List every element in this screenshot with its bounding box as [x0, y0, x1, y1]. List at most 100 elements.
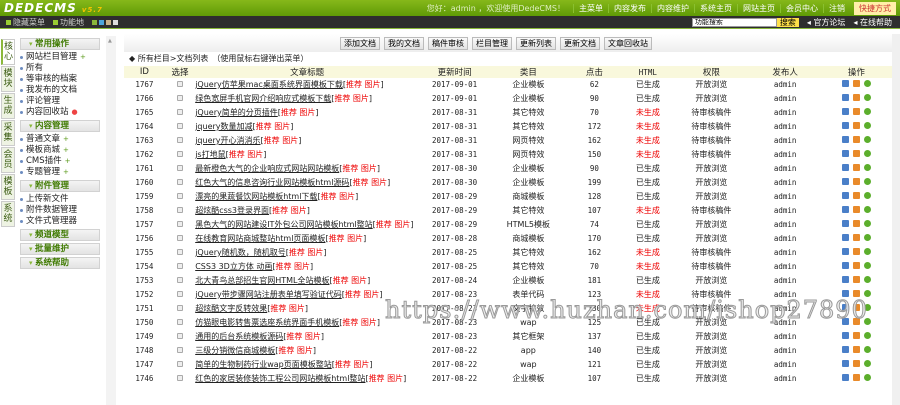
view-icon[interactable] [841, 220, 849, 227]
edit-icon[interactable] [852, 374, 860, 381]
row-category[interactable]: 其它特效 [490, 106, 566, 120]
preview-icon[interactable] [863, 94, 871, 101]
edit-icon[interactable] [852, 164, 860, 171]
checkbox[interactable] [176, 151, 183, 157]
view-icon[interactable] [841, 248, 849, 255]
checkbox[interactable] [176, 221, 183, 227]
edit-icon[interactable] [852, 136, 860, 143]
toolbar-button[interactable]: 文章回收站 [604, 36, 652, 50]
tag-picture[interactable]: 图片 [365, 80, 381, 89]
checkbox[interactable] [176, 333, 183, 339]
edit-icon[interactable] [852, 290, 860, 297]
menu-item[interactable]: CMS插件 + [20, 156, 100, 167]
row-category[interactable]: 文字特效 [490, 302, 566, 316]
module-tab[interactable]: 生成 [1, 93, 15, 119]
row-category[interactable]: wap [490, 316, 566, 330]
menu-item[interactable]: 内容回收站 ● [20, 107, 100, 118]
row-category[interactable]: 其它特效 [490, 260, 566, 274]
edit-icon[interactable] [852, 304, 860, 311]
func-map-button[interactable]: 功能地 [60, 17, 84, 28]
module-tab[interactable]: 核心 [1, 39, 15, 65]
row-select[interactable] [165, 260, 196, 274]
row-select[interactable] [165, 134, 196, 148]
tag-recommend[interactable]: 推荐 [342, 164, 358, 173]
view-icon[interactable] [841, 276, 849, 283]
tag-recommend[interactable]: 推荐 [286, 332, 302, 341]
menu-group-g6[interactable]: 系统帮助 [20, 257, 100, 269]
checkbox[interactable] [176, 81, 183, 87]
menu-item[interactable]: 评论管理 [20, 96, 100, 107]
tag-recommend[interactable]: 推荐 [342, 318, 358, 327]
tag-recommend[interactable]: 推荐 [353, 178, 369, 187]
preview-icon[interactable] [863, 332, 871, 339]
skin-swatch[interactable] [99, 19, 104, 25]
preview-icon[interactable] [863, 80, 871, 87]
checkbox[interactable] [176, 277, 183, 283]
view-icon[interactable] [841, 192, 849, 199]
edit-icon[interactable] [852, 276, 860, 283]
view-icon[interactable] [841, 374, 849, 381]
title-link[interactable]: jQuery随机数，随机取号 [195, 248, 286, 257]
tag-picture[interactable]: 图片 [353, 360, 369, 369]
tag-picture[interactable]: 图片 [339, 192, 355, 201]
preview-icon[interactable] [863, 150, 871, 157]
row-category[interactable]: wap [490, 358, 566, 372]
view-icon[interactable] [841, 332, 849, 339]
checkbox[interactable] [176, 109, 183, 115]
tag-picture[interactable]: 图片 [371, 178, 387, 187]
row-select[interactable] [165, 148, 196, 162]
row-category[interactable]: 网页特效 [490, 148, 566, 162]
edit-icon[interactable] [852, 150, 860, 157]
skin-swatch[interactable] [113, 19, 118, 25]
view-icon[interactable] [841, 360, 849, 367]
tag-recommend[interactable]: 推荐 [345, 290, 361, 299]
hide-menu-button[interactable]: 隐藏菜单 [13, 17, 45, 28]
row-category[interactable]: 商城模板 [490, 232, 566, 246]
row-select[interactable] [165, 358, 196, 372]
row-select[interactable] [165, 218, 196, 232]
tag-picture[interactable]: 图片 [282, 136, 298, 145]
menu-item[interactable]: 我发布的文档 [20, 85, 100, 96]
tag-recommend[interactable]: 推荐 [272, 206, 288, 215]
tag-recommend[interactable]: 推荐 [335, 360, 351, 369]
help-link[interactable]: ◂ 在线帮助 [853, 17, 892, 28]
row-select[interactable] [165, 344, 196, 358]
toolbar-button[interactable]: 更新列表 [516, 36, 556, 50]
preview-icon[interactable] [863, 346, 871, 353]
row-category[interactable]: 其它框架 [490, 330, 566, 344]
module-tab[interactable]: 系统 [1, 201, 15, 227]
tag-picture[interactable]: 图片 [247, 150, 263, 159]
tag-recommend[interactable]: 推荐 [346, 80, 362, 89]
edit-icon[interactable] [852, 108, 860, 115]
edit-icon[interactable] [852, 262, 860, 269]
nav-5[interactable]: 会员中心 [780, 3, 823, 13]
menu-item[interactable]: 普通文章 + [20, 134, 100, 145]
view-icon[interactable] [841, 178, 849, 185]
title-link[interactable]: jquery开心消消乐 [195, 136, 260, 145]
preview-icon[interactable] [863, 192, 871, 199]
title-link[interactable]: 仿猫眼电影转售票选座系统界面手机模板 [195, 318, 339, 327]
add-icon[interactable]: + [63, 168, 69, 176]
tag-picture[interactable]: 图片 [307, 248, 323, 257]
nav-3[interactable]: 系统主页 [694, 3, 737, 13]
preview-icon[interactable] [863, 318, 871, 325]
row-category[interactable]: 网页特效 [490, 134, 566, 148]
row-select[interactable] [165, 106, 196, 120]
add-icon[interactable]: + [80, 53, 86, 61]
menu-group-g1[interactable]: 常用操作 [20, 38, 100, 50]
title-link[interactable]: jquery数量加减 [195, 122, 252, 131]
title-link[interactable]: 三级分销微信商城模板 [195, 346, 275, 355]
nav-2[interactable]: 内容维护 [651, 3, 694, 13]
menu-group-g3[interactable]: 附件管理 [20, 180, 100, 192]
row-category[interactable]: 企业模板 [490, 372, 566, 386]
tag-picture[interactable]: 图片 [351, 276, 367, 285]
tag-recommend[interactable]: 推荐 [270, 304, 286, 313]
preview-icon[interactable] [863, 220, 871, 227]
tag-recommend[interactable]: 推荐 [321, 192, 337, 201]
menu-group-g2[interactable]: 内容管理 [20, 120, 100, 132]
checkbox[interactable] [176, 347, 183, 353]
row-select[interactable] [165, 288, 196, 302]
row-category[interactable]: 其它特效 [490, 246, 566, 260]
edit-icon[interactable] [852, 248, 860, 255]
quick-menu-button[interactable]: 快捷方式 [854, 1, 896, 15]
